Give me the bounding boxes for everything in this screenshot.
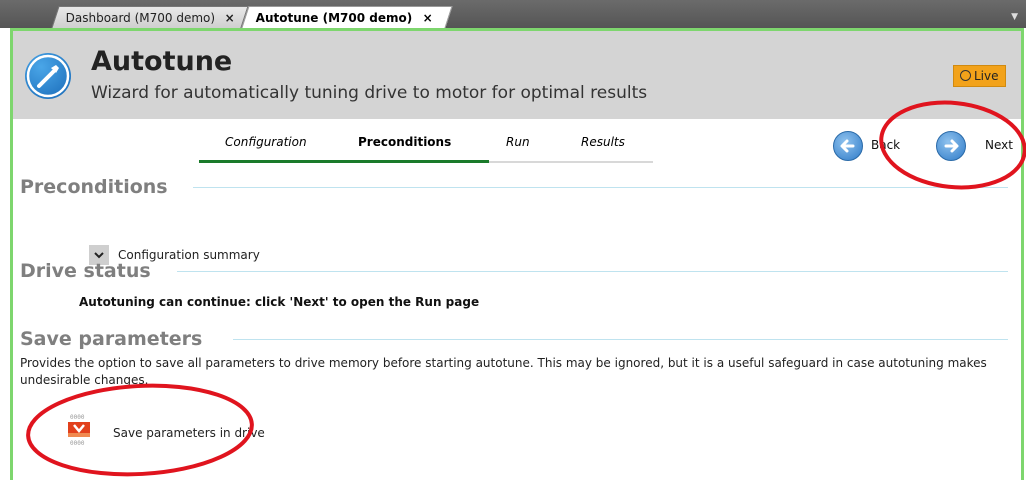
section-divider <box>193 187 1008 188</box>
wizard-step-results[interactable]: Results <box>581 135 625 149</box>
section-divider <box>177 271 1008 272</box>
page-subtitle: Wizard for automatically tuning drive to… <box>91 83 648 103</box>
tab-dropdown-icon[interactable]: ▼ <box>1011 12 1018 22</box>
wizard-progress-indicator <box>199 160 489 163</box>
wizard-step-preconditions[interactable]: Preconditions <box>358 135 451 149</box>
save-parameters-description: Provides the option to save all paramete… <box>20 356 987 387</box>
svg-text:0000: 0000 <box>70 440 85 447</box>
autotune-panel: Autotune Wizard for automatically tuning… <box>10 28 1024 480</box>
back-button[interactable]: Back <box>871 138 900 152</box>
document-tab-bar: Dashboard (M700 demo) × Autotune (M700 d… <box>0 0 1026 28</box>
live-label: Live <box>974 69 999 83</box>
wrench-icon <box>25 53 71 99</box>
close-icon[interactable]: × <box>225 7 235 29</box>
save-parameters-button[interactable]: Save parameters in drive <box>113 426 265 440</box>
section-title-save-parameters: Save parameters <box>20 328 203 350</box>
section-title-preconditions: Preconditions <box>20 176 168 198</box>
next-button[interactable]: Next <box>985 138 1013 152</box>
page-title: Autotune <box>91 46 233 77</box>
live-status-icon <box>960 70 971 81</box>
save-to-drive-icon[interactable]: 0000 0000 <box>67 413 91 447</box>
next-arrow-icon[interactable] <box>936 131 966 161</box>
section-divider <box>233 339 1008 340</box>
tab-autotune-label: Autotune (M700 demo) <box>255 11 413 25</box>
live-badge[interactable]: Live <box>953 65 1006 87</box>
tab-dashboard[interactable]: Dashboard (M700 demo) × <box>51 6 249 29</box>
wizard-step-configuration[interactable]: Configuration <box>225 135 307 149</box>
tab-autotune[interactable]: Autotune (M700 demo) × <box>241 6 453 29</box>
page-header: Autotune Wizard for automatically tuning… <box>13 31 1021 119</box>
section-title-drive-status: Drive status <box>20 260 151 282</box>
close-icon[interactable]: × <box>422 7 432 29</box>
back-arrow-icon[interactable] <box>833 131 863 161</box>
tab-dashboard-label: Dashboard (M700 demo) <box>65 11 216 25</box>
wizard-step-run[interactable]: Run <box>506 135 530 149</box>
svg-text:0000: 0000 <box>70 414 85 421</box>
drive-status-message: Autotuning can continue: click 'Next' to… <box>79 295 480 309</box>
